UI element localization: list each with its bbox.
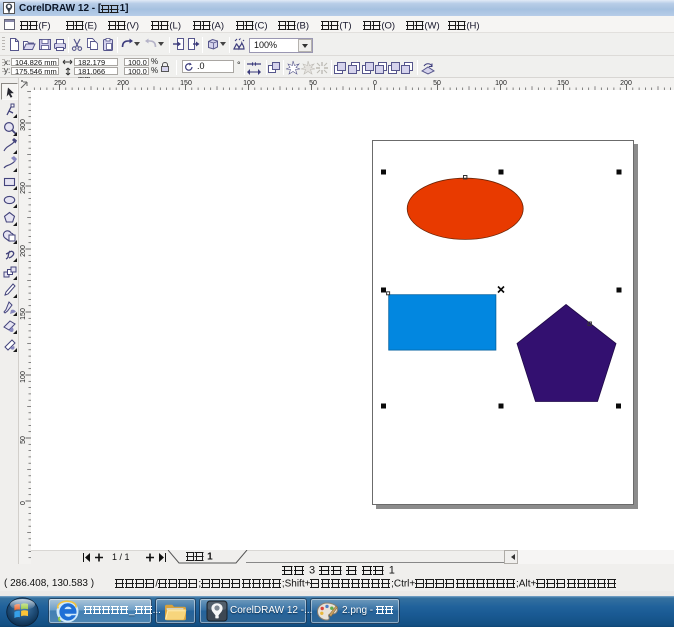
- svg-text:150: 150: [180, 80, 192, 87]
- svg-text:100: 100: [20, 371, 27, 383]
- svg-text:150: 150: [557, 80, 569, 87]
- svg-text:0: 0: [373, 80, 377, 87]
- svg-text:200: 200: [20, 245, 27, 257]
- svg-text:0: 0: [20, 501, 27, 505]
- svg-text:250: 250: [20, 182, 27, 194]
- svg-text:50: 50: [309, 80, 317, 87]
- svg-text:150: 150: [20, 308, 27, 320]
- svg-text:50: 50: [20, 436, 27, 444]
- svg-text:250: 250: [54, 80, 66, 87]
- svg-text:200: 200: [117, 80, 129, 87]
- svg-text:100: 100: [495, 80, 507, 87]
- svg-text:300: 300: [20, 119, 27, 131]
- svg-text:50: 50: [433, 80, 441, 87]
- svg-text:100: 100: [243, 80, 255, 87]
- svg-text:200: 200: [620, 80, 632, 87]
